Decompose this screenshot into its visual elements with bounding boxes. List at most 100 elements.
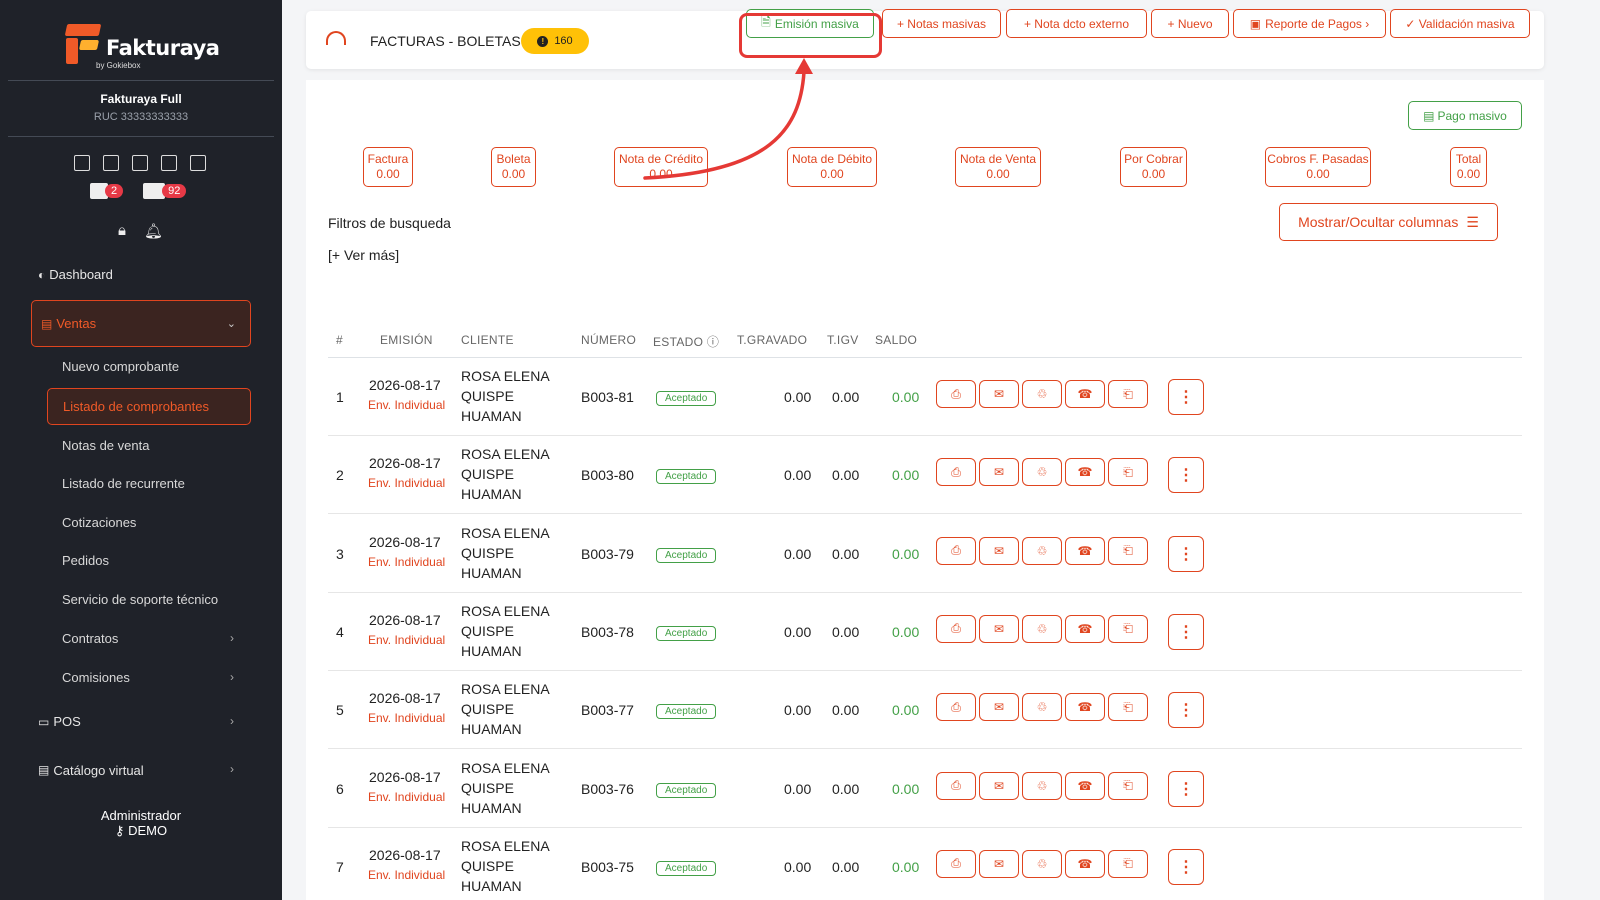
xml-file-icon: ⎗ <box>1123 856 1133 871</box>
trash-button[interactable]: ♲ <box>1022 771 1062 800</box>
xml-file-icon: ⎗ <box>1123 621 1133 636</box>
printer-button[interactable]: ⎙ <box>936 380 976 408</box>
more-options-button[interactable]: ⋮ <box>1168 692 1204 729</box>
bell-icon[interactable]: 🔔︎ <box>144 222 163 240</box>
send-type: Env. Individual <box>368 554 446 569</box>
whatsapp-button[interactable]: ☎ <box>1065 771 1105 800</box>
whatsapp-button[interactable]: ☎ <box>1065 614 1105 643</box>
users-icon[interactable] <box>161 155 177 171</box>
sidebar-subitem-listado-recurrente[interactable]: Listado de recurrente <box>62 476 185 491</box>
calendar-count: 2 <box>105 184 124 198</box>
sidebar-item-catalogo[interactable]: ▤ Catálogo virtual <box>38 762 144 778</box>
store-icon[interactable] <box>103 155 119 171</box>
xml-file-icon: ⎗ <box>1123 699 1133 714</box>
xml-file-button[interactable]: ⎗ <box>1108 536 1148 565</box>
toggle-columns-button[interactable]: Mostrar/Ocultar columnas ☰ <box>1279 203 1498 241</box>
xml-file-button[interactable]: ⎗ <box>1108 771 1148 800</box>
more-options-button[interactable]: ⋮ <box>1168 535 1204 572</box>
saldo: 0.00 <box>892 467 920 484</box>
reporte-pagos-button[interactable]: ▣ Reporte de Pagos › <box>1233 9 1386 38</box>
more-options-button[interactable]: ⋮ <box>1168 770 1204 807</box>
new-document-icon[interactable] <box>74 155 90 171</box>
whatsapp-button[interactable]: ☎ <box>1065 458 1105 487</box>
xml-file-button[interactable]: ⎗ <box>1108 380 1148 408</box>
whatsapp-button[interactable]: ☎ <box>1065 536 1105 565</box>
mail-button[interactable]: ✉ <box>979 614 1019 643</box>
sidebar-subitem-listado-comprobantes[interactable]: Listado de comprobantes <box>47 388 251 425</box>
calculator-icon[interactable] <box>132 155 148 171</box>
notas-masivas-button[interactable]: + Notas masivas <box>882 9 1001 38</box>
saldo: 0.00 <box>892 858 920 875</box>
sidebar-subitem-cotizaciones[interactable]: Cotizaciones <box>62 515 136 530</box>
validacion-masiva-button[interactable]: ✓ Validación masiva <box>1390 9 1530 38</box>
nuevo-button[interactable]: + Nuevo <box>1151 9 1229 38</box>
mail-button[interactable]: ✉ <box>979 693 1019 722</box>
trash-button[interactable]: ♲ <box>1022 536 1062 565</box>
nota-dcto-externo-button[interactable]: + Nota dcto externo <box>1006 9 1147 38</box>
button-label: Mostrar/Ocultar columnas <box>1298 214 1459 230</box>
user-info[interactable]: Administrador ⚷ DEMO <box>0 808 282 838</box>
chevron-right-icon: › <box>230 714 234 728</box>
count-badge: ! 160 <box>521 28 589 54</box>
more-options-button[interactable]: ⋮ <box>1168 379 1204 415</box>
printer-icon: ⎙ <box>951 856 961 871</box>
trash-button[interactable]: ♲ <box>1022 849 1062 878</box>
row-index: 4 <box>336 623 344 640</box>
more-options-button[interactable]: ⋮ <box>1168 613 1204 650</box>
total-gravado: 0.00 <box>784 389 812 405</box>
mail-button[interactable]: ✉ <box>979 771 1019 800</box>
more-options-button[interactable]: ⋮ <box>1168 848 1204 885</box>
total-igv: 0.00 <box>832 389 860 405</box>
whatsapp-button[interactable]: ☎ <box>1065 693 1105 722</box>
trash-button[interactable]: ♲ <box>1022 614 1062 643</box>
printer-button[interactable]: ⎙ <box>936 693 976 722</box>
receipt-icon: ▤ <box>41 316 53 331</box>
sidebar-subitem-contratos[interactable]: Contratos <box>62 631 118 646</box>
mail-button[interactable]: ✉ <box>979 849 1019 878</box>
mail-button[interactable]: ✉ <box>979 536 1019 565</box>
trash-icon: ♲ <box>1036 387 1048 401</box>
info-icon[interactable]: ⓘ <box>707 335 719 349</box>
sidebar-subitem-notas-venta[interactable]: Notas de venta <box>62 438 149 453</box>
whatsapp-button[interactable]: ☎ <box>1065 849 1105 878</box>
xml-file-button[interactable]: ⎗ <box>1108 849 1148 878</box>
box-icon[interactable] <box>190 155 206 171</box>
sidebar-item-ventas[interactable]: ▤ Ventas ⌄ <box>31 300 251 347</box>
cash-icon: ▣ <box>1249 16 1262 31</box>
printer-button[interactable]: ⎙ <box>936 771 976 800</box>
xml-file-button[interactable]: ⎗ <box>1108 693 1148 722</box>
xml-file-icon: ⎗ <box>1123 778 1133 792</box>
xml-file-button[interactable]: ⎗ <box>1108 458 1148 487</box>
more-options-button[interactable]: ⋮ <box>1168 457 1204 494</box>
count-value: 160 <box>554 35 573 47</box>
sidebar-item-pos[interactable]: ▭ POS <box>38 714 81 729</box>
printer-button[interactable]: ⎙ <box>936 614 976 643</box>
xml-file-button[interactable]: ⎗ <box>1108 614 1148 643</box>
trash-button[interactable]: ♲ <box>1022 458 1062 487</box>
sidebar-subitem-pedidos[interactable]: Pedidos <box>62 553 109 568</box>
lock-icon[interactable]: 🔒︎ <box>118 222 126 240</box>
sidebar-item-dashboard[interactable]: ◐ Dashboard <box>38 267 113 282</box>
pago-masivo-button[interactable]: ▤ Pago masivo <box>1408 101 1522 130</box>
saldo: 0.00 <box>892 780 920 797</box>
boxes-badge[interactable]: 92 <box>143 183 187 199</box>
trash-icon: ♲ <box>1036 543 1048 558</box>
column-header: T.GRAVADO <box>737 333 808 347</box>
mail-button[interactable]: ✉ <box>979 458 1019 487</box>
whatsapp-button[interactable]: ☎ <box>1065 380 1105 408</box>
ver-mas-link[interactable]: [+ Ver más] <box>328 247 399 263</box>
printer-button[interactable]: ⎙ <box>936 849 976 878</box>
table-row: 7 2026-08-17 Env. Individual ROSA ELENA QUI… <box>328 828 1522 900</box>
app-logo[interactable]: Fakturaya <box>64 24 220 64</box>
printer-button[interactable]: ⎙ <box>936 536 976 565</box>
sidebar-subitem-comisiones[interactable]: Comisiones <box>62 670 130 685</box>
calendar-badge[interactable]: 2 <box>90 183 124 199</box>
status-badge: Aceptado <box>656 704 717 720</box>
sidebar-subitem-soporte-tecnico[interactable]: Servicio de soporte técnico <box>62 592 218 607</box>
trash-button[interactable]: ♲ <box>1022 380 1062 408</box>
mail-button[interactable]: ✉ <box>979 380 1019 408</box>
sidebar-subitem-nuevo-comprobante[interactable]: Nuevo comprobante <box>62 359 179 374</box>
trash-button[interactable]: ♲ <box>1022 693 1062 722</box>
company-ruc: RUC 33333333333 <box>93 111 189 123</box>
printer-button[interactable]: ⎙ <box>936 458 976 487</box>
